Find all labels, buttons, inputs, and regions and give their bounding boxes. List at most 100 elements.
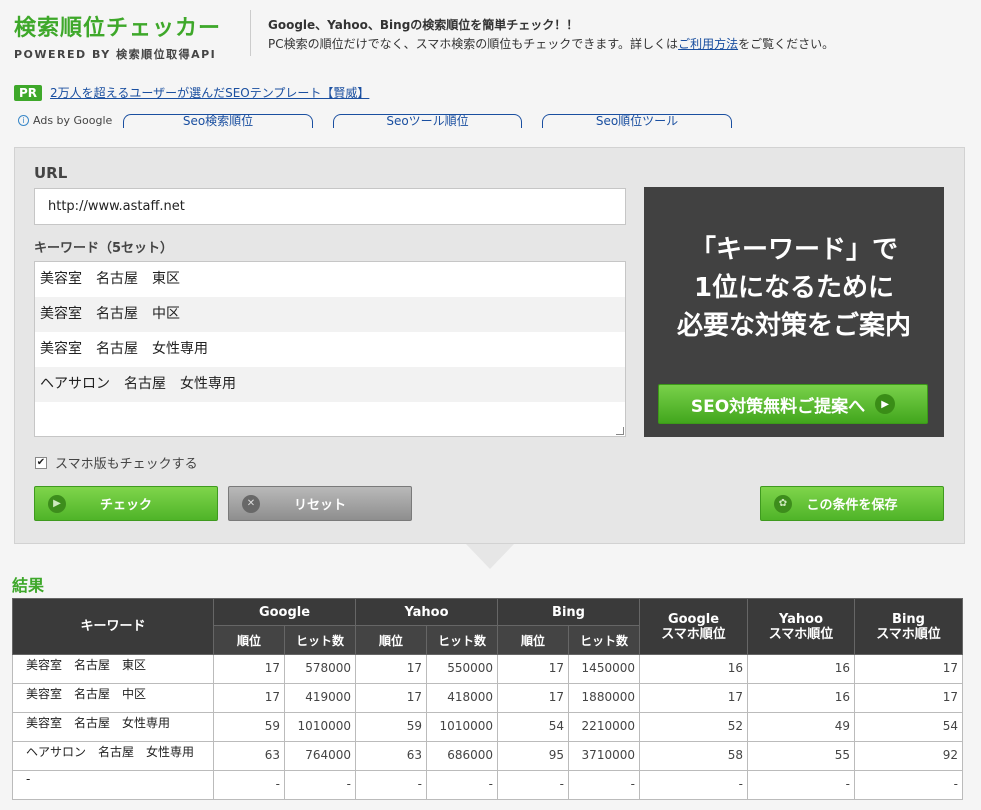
cell-b-sp: 17 — [854, 683, 963, 713]
keyword-line — [35, 402, 625, 436]
col-yahoo-mobile: Yahoo スマホ順位 — [747, 598, 855, 655]
keyword-line: 美容室 名古屋 中区 — [35, 297, 625, 332]
resize-grip-icon[interactable] — [616, 427, 624, 435]
cell-b-sp: 92 — [854, 741, 963, 771]
usage-link[interactable]: ご利用方法 — [678, 37, 738, 51]
cell-g-sp: 17 — [639, 683, 748, 713]
reset-button[interactable]: ✕ リセット — [228, 486, 412, 521]
promo-line: 1位になるために — [693, 273, 895, 303]
cell-y-rank: - — [355, 770, 427, 800]
ad-link[interactable]: Seo順位ツール — [542, 114, 732, 128]
keyword-line: ヘアサロン 名古屋 女性専用 — [35, 367, 625, 402]
ad-link[interactable]: Seo検索順位 — [123, 114, 313, 128]
col-google: Google — [213, 598, 356, 626]
cell-kw: ヘアサロン 名古屋 女性専用 — [12, 741, 214, 771]
logo-title: 検索順位チェッカー — [14, 16, 222, 41]
col-bing-mobile-l1: Bing — [892, 611, 925, 627]
table-row: 美容室 名古屋 女性専用 59 1010000 59 1010000 54 2210000 5… — [12, 712, 963, 742]
col-google-mobile-l2: スマホ順位 — [661, 626, 726, 642]
pr-link[interactable]: 2万人を超えるユーザーが選んだSEOテンプレート【賢威】 — [50, 84, 369, 101]
gear-icon: ✿ — [774, 494, 792, 513]
promo-line: 必要な対策をご案内 — [676, 311, 911, 341]
cell-y-sp: 16 — [747, 683, 855, 713]
save-conditions-button[interactable]: ✿ この条件を保存 — [760, 486, 944, 521]
arrow-right-icon: ▶ — [875, 394, 896, 414]
cell-y-rank: 63 — [355, 741, 427, 771]
logo-subtitle: POWERED BY 検索順位取得API — [14, 48, 217, 61]
cell-kw: 美容室 名古屋 女性専用 — [12, 712, 214, 742]
info-icon: i — [18, 115, 29, 126]
cell-b-hits: 2210000 — [568, 712, 640, 742]
arrow-right-icon: ▶ — [48, 494, 66, 513]
cell-y-sp: 55 — [747, 741, 855, 771]
table-row: 美容室 名古屋 東区 17 578000 17 550000 17 1450000 16 16 1… — [12, 654, 963, 684]
header-tagline: Google、Yahoo、Bingの検索順位を簡単チェック！！ — [268, 18, 579, 32]
cell-g-rank: 59 — [213, 712, 285, 742]
results-title: 結果 — [12, 576, 45, 595]
cell-y-sp: - — [747, 770, 855, 800]
mobile-check-option[interactable]: ✔ スマホ版もチェックする — [35, 453, 198, 472]
url-label: URL — [34, 164, 68, 182]
check-button-label: チェック — [99, 498, 152, 513]
cell-y-sp: 49 — [747, 712, 855, 742]
cell-y-hits: 418000 — [426, 683, 498, 713]
cell-g-sp: 58 — [639, 741, 748, 771]
col-google-mobile-l1: Google — [667, 611, 720, 627]
results-table: キーワード Google Yahoo Bing Google スマホ順位 Yaho… — [12, 598, 963, 800]
mobile-check-label: スマホ版もチェックする — [55, 457, 198, 472]
site-logo[interactable]: 検索順位チェッカー POWERED BY 検索順位取得API — [14, 10, 221, 62]
cell-b-hits: - — [568, 770, 640, 800]
col-google-rank: 順位 — [213, 625, 285, 655]
cell-b-rank: 17 — [497, 683, 569, 713]
seo-proposal-label: SEO対策無料ご提案へ — [690, 396, 866, 417]
cell-b-hits: 3710000 — [568, 741, 640, 771]
col-keyword: キーワード — [12, 598, 214, 655]
header-note-post: をご覧ください。 — [738, 37, 835, 51]
seo-promo-box: 「キーワード」で 1位になるために 必要な対策をご案内 SEO対策無料ご提案へ … — [644, 187, 944, 437]
col-google-hits: ヒット数 — [284, 625, 356, 655]
ads-label: Ads by Google — [33, 114, 113, 127]
pr-badge: PR — [14, 84, 43, 101]
keyword-label: キーワード（5セット） — [34, 241, 174, 256]
cell-g-sp: 16 — [639, 654, 748, 684]
promo-text: 「キーワード」で 1位になるために 必要な対策をご案内 — [644, 231, 944, 345]
cell-b-hits: 1450000 — [568, 654, 640, 684]
col-yahoo: Yahoo — [355, 598, 498, 626]
close-icon: ✕ — [242, 494, 260, 513]
mobile-checkbox[interactable]: ✔ — [35, 456, 47, 469]
cell-g-rank: 17 — [213, 683, 285, 713]
col-bing-rank: 順位 — [497, 625, 569, 655]
cell-b-rank: 54 — [497, 712, 569, 742]
check-form-panel: URL キーワード（5セット） 美容室 名古屋 東区 美容室 名古屋 中区 美容… — [14, 147, 965, 544]
ad-link[interactable]: Seoツール順位 — [333, 114, 522, 128]
keyword-textarea[interactable]: 美容室 名古屋 東区 美容室 名古屋 中区 美容室 名古屋 女性専用 ヘアサロン… — [34, 261, 626, 437]
col-bing-mobile: Bing スマホ順位 — [854, 598, 963, 655]
cell-y-rank: 17 — [355, 654, 427, 684]
cell-b-rank: - — [497, 770, 569, 800]
keyword-line: 美容室 名古屋 女性専用 — [40, 341, 208, 357]
panel-pointer — [466, 544, 514, 569]
header-divider — [250, 10, 251, 56]
table-row: ---------- — [12, 770, 963, 800]
cell-y-hits: 686000 — [426, 741, 498, 771]
cell-g-hits: 578000 — [284, 654, 356, 684]
col-google-mobile: Google スマホ順位 — [639, 598, 748, 655]
cell-g-rank: 63 — [213, 741, 285, 771]
cell-kw: 美容室 名古屋 東区 — [12, 654, 214, 684]
col-yahoo-rank: 順位 — [355, 625, 427, 655]
cell-b-rank: 95 — [497, 741, 569, 771]
ads-by-google[interactable]: i Ads by Google — [18, 114, 112, 127]
cell-b-rank: 17 — [497, 654, 569, 684]
col-yahoo-hits: ヒット数 — [426, 625, 498, 655]
save-button-label: この条件を保存 — [806, 498, 898, 513]
check-button[interactable]: ▶ チェック — [34, 486, 218, 521]
cell-g-hits: 764000 — [284, 741, 356, 771]
table-row: ヘアサロン 名古屋 女性専用 63 764000 63 686000 95 3710000 5… — [12, 741, 963, 771]
cell-y-hits: 550000 — [426, 654, 498, 684]
cell-kw: 美容室 名古屋 中区 — [12, 683, 214, 713]
url-input[interactable] — [34, 188, 626, 225]
cell-y-hits: - — [426, 770, 498, 800]
cell-b-sp: 54 — [854, 712, 963, 742]
promo-line: 「キーワード」で — [689, 235, 898, 265]
seo-proposal-button[interactable]: SEO対策無料ご提案へ ▶ — [658, 384, 928, 424]
